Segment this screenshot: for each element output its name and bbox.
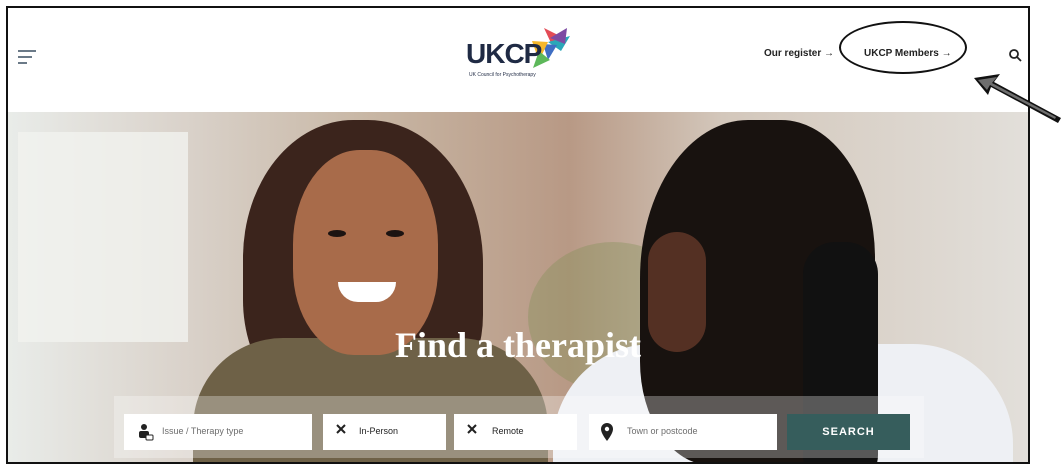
search-icon[interactable] [1008, 48, 1022, 62]
members-highlight-circle [839, 21, 967, 74]
our-register-label: Our register [764, 48, 822, 59]
hero-title: Find a therapist [394, 325, 642, 365]
blurred-window [18, 132, 188, 342]
remove-remote-icon[interactable] [466, 423, 478, 435]
our-register-link[interactable]: Our register → [764, 48, 834, 59]
remote-label: Remote [492, 426, 524, 436]
issue-therapy-type-field[interactable]: Issue / Therapy type [124, 414, 312, 450]
ukcp-logo[interactable]: UKCP UK Council for Psychotherapy [466, 20, 576, 80]
annotation-arrow-icon [974, 74, 1061, 123]
logo-text: UKCP [466, 38, 542, 69]
location-pin-icon [601, 423, 613, 441]
remote-filter-chip[interactable]: Remote [454, 414, 577, 450]
woman-right-eye [386, 230, 404, 237]
browser-frame: UKCP UK Council for Psychotherapy Our re… [6, 6, 1030, 464]
hero-image: Find a therapist Issue / Therapy type In… [8, 112, 1028, 462]
therapist-search-panel: Issue / Therapy type In-Person Remote To… [114, 396, 924, 458]
our-register-arrow-icon: → [824, 48, 835, 59]
remove-in-person-icon[interactable] [335, 423, 347, 435]
in-person-label: In-Person [359, 426, 399, 436]
logo-subtitle: UK Council for Psychotherapy [469, 72, 536, 78]
issue-therapy-type-placeholder: Issue / Therapy type [162, 426, 244, 436]
woman-left-eye [328, 230, 346, 237]
in-person-filter-chip[interactable]: In-Person [323, 414, 446, 450]
town-postcode-placeholder: Town or postcode [627, 426, 698, 436]
person-chat-icon [139, 424, 154, 441]
search-button[interactable]: SEARCH [787, 414, 910, 450]
menu-icon[interactable] [18, 50, 36, 64]
town-postcode-field[interactable]: Town or postcode [589, 414, 777, 450]
